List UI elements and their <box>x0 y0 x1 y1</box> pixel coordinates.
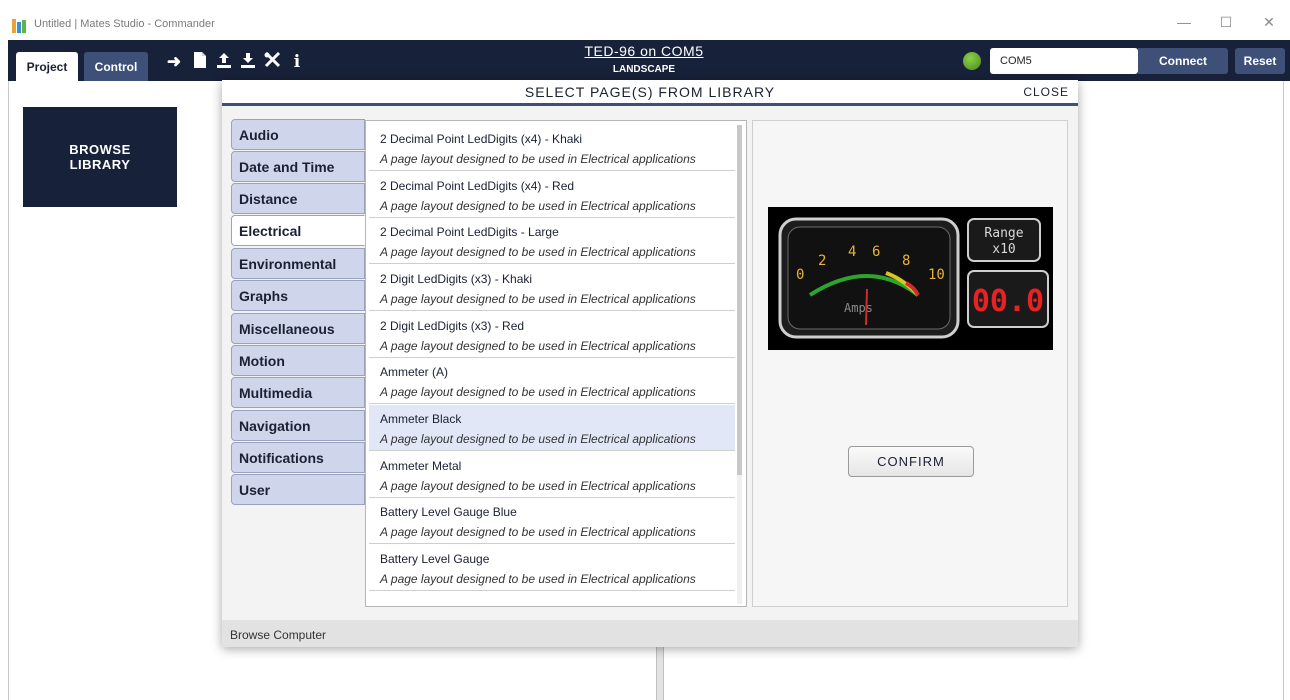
ammeter-preview-image: 0 2 4 6 8 10 Amps Range x10 00.0 <box>768 207 1053 350</box>
list-item[interactable]: 2 Decimal Point LedDigits - Large A page… <box>369 218 735 264</box>
reset-button[interactable]: Reset <box>1235 48 1285 74</box>
new-file-icon[interactable] <box>190 52 210 73</box>
download-icon[interactable] <box>238 52 258 73</box>
list-item[interactable]: 2 Digit LedDigits (x3) - Red A page layo… <box>369 312 735 358</box>
category-tab-notifications[interactable]: Notifications <box>231 442 365 473</box>
category-tab-date-and-time[interactable]: Date and Time <box>231 151 365 182</box>
list-item[interactable]: Battery Level Gauge A page layout design… <box>369 545 735 591</box>
browse-computer-link[interactable]: Browse Computer <box>230 628 326 642</box>
scale-label-10: 10 <box>928 267 945 283</box>
device-orientation: LANDSCAPE <box>612 64 676 75</box>
maximize-button[interactable]: ☐ <box>1216 14 1236 31</box>
list-item-title: 2 Digit LedDigits (x3) - Khaki <box>380 272 533 286</box>
category-tab-motion[interactable]: Motion <box>231 345 365 376</box>
dialog-close-button[interactable]: CLOSE <box>1023 85 1069 99</box>
dialog-header: SELECT PAGE(S) FROM LIBRARY CLOSE <box>222 80 1078 106</box>
list-item-description: A page layout designed to be used in Ele… <box>380 245 696 259</box>
category-tab-distance[interactable]: Distance <box>231 183 365 214</box>
category-tab-multimedia[interactable]: Multimedia <box>231 377 365 408</box>
list-item-partial[interactable] <box>369 592 735 606</box>
list-item-description: A page layout designed to be used in Ele… <box>380 199 696 213</box>
upload-icon[interactable] <box>214 52 234 73</box>
browse-library-label-line1: BROWSE <box>69 142 131 157</box>
category-tab-electrical[interactable]: Electrical <box>231 215 365 246</box>
category-tab-user[interactable]: User <box>231 474 365 505</box>
list-item[interactable]: 2 Decimal Point LedDigits (x4) - Red A p… <box>369 172 735 218</box>
app-icon <box>12 19 26 33</box>
info-icon[interactable]: i <box>287 52 307 72</box>
tab-control[interactable]: Control <box>84 52 148 81</box>
browse-library-button[interactable]: BROWSE LIBRARY <box>23 107 177 207</box>
list-item[interactable]: Battery Level Gauge Blue A page layout d… <box>369 498 735 544</box>
scale-label-6: 6 <box>872 244 880 260</box>
tools-icon[interactable] <box>262 51 282 73</box>
panel-splitter[interactable] <box>656 640 664 700</box>
category-tab-miscellaneous[interactable]: Miscellaneous <box>231 313 365 344</box>
list-item-description: A page layout designed to be used in Ele… <box>380 432 696 446</box>
arrow-right-icon[interactable]: ➜ <box>164 52 184 72</box>
category-tab-navigation[interactable]: Navigation <box>231 410 365 441</box>
list-scrollbar-thumb[interactable] <box>737 125 742 475</box>
category-tab-graphs[interactable]: Graphs <box>231 280 365 311</box>
list-item-title: 2 Decimal Point LedDigits - Large <box>380 225 559 239</box>
list-item[interactable]: Ammeter Metal A page layout designed to … <box>369 452 735 498</box>
minimize-button[interactable]: — <box>1174 14 1194 30</box>
list-item-description: A page layout designed to be used in Ele… <box>380 292 696 306</box>
list-item-description: A page layout designed to be used in Ele… <box>380 479 696 493</box>
list-item[interactable]: 2 Digit LedDigits (x3) - Khaki A page la… <box>369 265 735 311</box>
page-list[interactable]: 2 Decimal Point LedDigits (x4) - Khaki A… <box>365 120 747 607</box>
scale-label-2: 2 <box>818 253 826 269</box>
list-item[interactable]: 2 Decimal Point LedDigits (x4) - Khaki A… <box>369 125 735 171</box>
tab-project[interactable]: Project <box>16 52 78 81</box>
connect-button[interactable]: Connect <box>1138 48 1228 74</box>
close-window-button[interactable]: ✕ <box>1259 14 1279 31</box>
list-item-title: Battery Level Gauge <box>380 552 490 566</box>
list-item-description: A page layout designed to be used in Ele… <box>380 525 696 539</box>
list-item-title: 2 Digit LedDigits (x3) - Red <box>380 319 525 333</box>
scale-label-0: 0 <box>796 267 804 283</box>
list-item-description: A page layout designed to be used in Ele… <box>380 572 696 586</box>
range-value: x10 <box>992 242 1015 257</box>
scale-label-8: 8 <box>902 253 910 269</box>
browse-library-label-line2: LIBRARY <box>69 157 131 172</box>
digits-display: 00.0 <box>972 284 1044 319</box>
com-port-field[interactable] <box>990 48 1138 74</box>
device-title: TED-96 on COM5 <box>584 43 704 59</box>
dialog-footer: Browse Computer <box>222 620 1078 647</box>
range-label: Range <box>984 226 1023 241</box>
list-item-description: A page layout designed to be used in Ele… <box>380 152 696 166</box>
list-item-title: Battery Level Gauge Blue <box>380 505 517 519</box>
list-item-title: Ammeter Black <box>380 412 462 426</box>
list-item-selected[interactable]: Ammeter Black A page layout designed to … <box>369 405 735 451</box>
main-toolbar: Project Control ➜ i TED-96 on COM5 LANDS… <box>8 40 1290 81</box>
category-tab-environmental[interactable]: Environmental <box>231 248 365 279</box>
window-title: Untitled | Mates Studio - Commander <box>34 18 215 30</box>
unit-label: Amps <box>844 301 873 315</box>
preview-panel: 0 2 4 6 8 10 Amps Range x10 00.0 CONFIRM <box>752 120 1068 607</box>
list-item-title: Ammeter Metal <box>380 459 462 473</box>
scale-label-4: 4 <box>848 244 856 260</box>
list-item-title: 2 Decimal Point LedDigits (x4) - Red <box>380 179 575 193</box>
category-tab-audio[interactable]: Audio <box>231 119 365 150</box>
list-item-title: 2 Decimal Point LedDigits (x4) - Khaki <box>380 132 583 146</box>
connection-status-indicator <box>963 52 981 70</box>
window-titlebar: Untitled | Mates Studio - Commander — ☐ … <box>0 0 1290 40</box>
list-item[interactable]: Ammeter (A) A page layout designed to be… <box>369 358 735 404</box>
list-item-description: A page layout designed to be used in Ele… <box>380 339 696 353</box>
list-item-title: Ammeter (A) <box>380 365 449 379</box>
list-item-description: A page layout designed to be used in Ele… <box>380 385 696 399</box>
library-dialog: SELECT PAGE(S) FROM LIBRARY CLOSE Audio … <box>222 80 1078 647</box>
confirm-button[interactable]: CONFIRM <box>848 446 974 477</box>
dialog-title: SELECT PAGE(S) FROM LIBRARY <box>524 84 776 100</box>
